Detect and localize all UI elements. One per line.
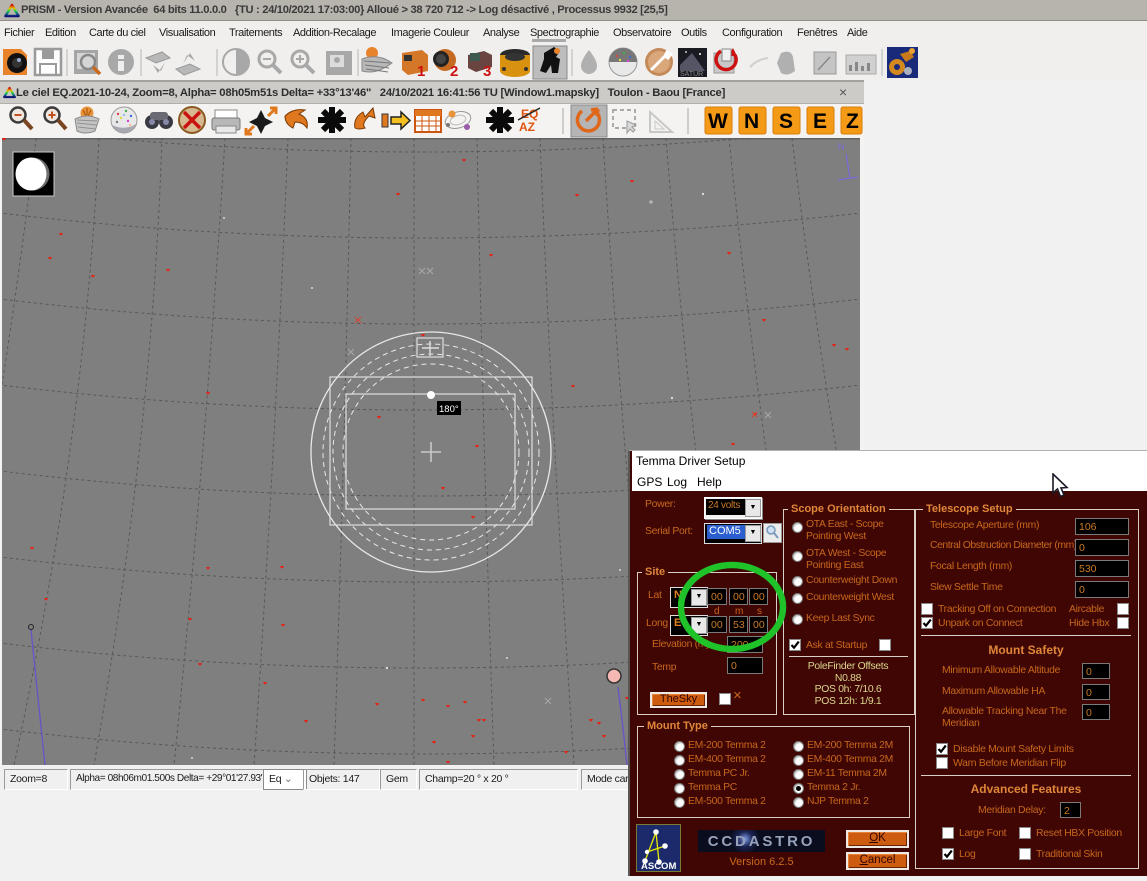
svg-text:S: S [779,110,793,133]
svg-text:2: 2 [450,63,458,80]
svg-text:180°: 180° [439,404,459,415]
svg-text:N: N [744,110,759,133]
svg-text:Z: Z [846,110,859,133]
svg-text:N: N [838,142,845,152]
svg-text:1: 1 [417,63,425,80]
svg-text:3: 3 [483,63,491,80]
svg-text:SATUR: SATUR [680,71,703,78]
svg-text:AZ: AZ [519,120,535,134]
svg-text:E: E [813,110,827,133]
svg-text:W: W [708,110,728,133]
svg-text:ASCOM: ASCOM [641,861,676,871]
